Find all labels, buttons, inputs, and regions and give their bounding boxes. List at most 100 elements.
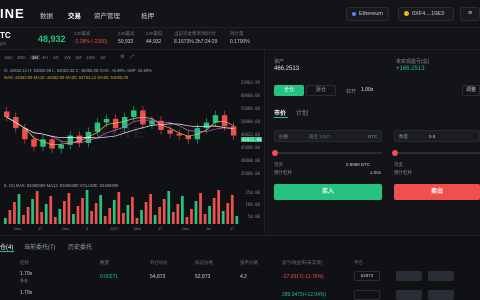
volume-bar bbox=[22, 215, 25, 224]
tab-isolated-margin[interactable]: 逐仓 bbox=[306, 85, 336, 96]
tf-1m[interactable]: 1M bbox=[75, 55, 81, 60]
active-tab-indicator bbox=[274, 117, 288, 118]
volume-bar bbox=[153, 215, 157, 224]
col-pnl: 盈亏/收益率(未实现) bbox=[282, 260, 323, 265]
sell-button[interactable]: 卖出 bbox=[394, 184, 480, 200]
settings-icon[interactable]: ⚙ bbox=[120, 54, 124, 60]
time-axis-label: Nov bbox=[14, 226, 22, 231]
volume-bar bbox=[63, 201, 66, 224]
close-price-input-2[interactable] bbox=[354, 290, 380, 300]
symbol[interactable]: TC bbox=[0, 31, 11, 40]
tab-open-orders[interactable]: 当前委托(7) bbox=[24, 242, 55, 251]
time-axis-label: Dec bbox=[62, 226, 70, 231]
nav-collateral[interactable]: 抵押 bbox=[141, 10, 154, 20]
tf-1h[interactable]: 1H bbox=[30, 55, 40, 60]
fullscreen-icon[interactable]: ⤢ bbox=[130, 54, 134, 60]
tf-1d[interactable]: 1D bbox=[53, 55, 59, 60]
volume-bar bbox=[4, 218, 7, 224]
stat-value-1: 50,932 bbox=[118, 39, 134, 45]
sell-margin-label: 预计杠杆 bbox=[394, 170, 412, 175]
volume-bar bbox=[49, 196, 53, 224]
limit-close-button[interactable] bbox=[396, 271, 422, 281]
volume-bar bbox=[112, 200, 116, 224]
tf-4h[interactable]: 4H bbox=[42, 55, 48, 60]
nav-data[interactable]: 数据 bbox=[40, 10, 53, 20]
buy-unit: BTC bbox=[368, 134, 377, 139]
stat-label-4: 持仓量 bbox=[230, 31, 244, 36]
volume-bar bbox=[230, 195, 234, 224]
buy-margin-value: 1.00x bbox=[370, 170, 382, 175]
tab-order-history[interactable]: 历史委托 bbox=[68, 242, 92, 251]
volume-bar bbox=[108, 208, 112, 224]
network-label: Ethereum bbox=[359, 11, 383, 17]
buy-price-input[interactable]: 价格 最佳 1,027 BTC bbox=[274, 130, 382, 142]
time-axis-label: 17 bbox=[158, 226, 163, 231]
tab-plan[interactable]: 计划 bbox=[296, 108, 308, 117]
volume-bar bbox=[58, 209, 62, 224]
market-close-button-2[interactable] bbox=[428, 290, 454, 300]
last-price: 48,932 bbox=[38, 34, 66, 44]
sell-avail-label: 可卖 bbox=[394, 162, 403, 167]
stat-label-0: 24h最高 bbox=[74, 31, 91, 36]
tf-1d-alt[interactable]: 1D bbox=[100, 55, 106, 60]
network-selector[interactable]: Ethereum bbox=[346, 7, 389, 21]
time-axis-label: Mar bbox=[134, 226, 141, 231]
tf-12m[interactable]: 12M bbox=[86, 55, 95, 60]
volume-axis-label: 250.00 bbox=[245, 190, 260, 195]
tf-15m[interactable]: 15m bbox=[4, 55, 13, 60]
sell-qty-input[interactable]: 数量 0.8 bbox=[394, 130, 480, 142]
wallet-address-button[interactable]: 0XF4....10E3 bbox=[398, 7, 454, 21]
time-axis-label: 17 bbox=[230, 226, 235, 231]
nav-trade[interactable]: 交易 bbox=[68, 10, 81, 20]
volume-bar bbox=[90, 211, 93, 224]
sell-qty-value: 0.8 bbox=[429, 134, 436, 139]
tab-market[interactable]: 市价 bbox=[274, 108, 286, 117]
wallet-address: 0XF4....10E3 bbox=[412, 11, 445, 17]
menu-button[interactable]: ≡ bbox=[460, 7, 480, 21]
tf-30m[interactable]: 30m bbox=[17, 55, 26, 60]
sell-slider[interactable] bbox=[394, 152, 480, 154]
menu-icon: ≡ bbox=[467, 10, 473, 17]
buy-slider[interactable] bbox=[274, 152, 382, 154]
ethereum-icon bbox=[352, 11, 356, 16]
volume-bar bbox=[185, 217, 189, 224]
volume-bar bbox=[235, 216, 239, 224]
adjust-leverage-button[interactable]: 调整 bbox=[462, 85, 480, 96]
positions-panel: 仓(4) 当前委托(7) 历史委托 杠杆 数量 开仓均价 标记价格 强平价格 盈… bbox=[0, 235, 480, 300]
buy-button[interactable]: 买入 bbox=[274, 184, 382, 200]
tf-1w[interactable]: 1W bbox=[64, 55, 71, 60]
tab-positions[interactable]: 仓(4) bbox=[0, 242, 13, 251]
top-nav-bar: INE 数据 交易 资产管理 抵押 Ethereum 0XF4....10E3 … bbox=[0, 0, 480, 28]
tab-cross-margin[interactable]: 全仓 bbox=[274, 85, 304, 96]
stat-value-3: 8.1673% 2h7:24:29 bbox=[174, 39, 218, 45]
market-close-button[interactable] bbox=[428, 271, 454, 281]
stat-value-4: 0.1700% bbox=[230, 39, 250, 45]
pnl-label: 未实现盈亏(总) bbox=[396, 59, 430, 65]
stat-value-2: 44,932 bbox=[146, 39, 162, 45]
row-side: 多仓 bbox=[20, 278, 28, 283]
ticker-bar: TC ple 48,932 24h最高 -2.28% (-2250) 24h最高… bbox=[0, 28, 480, 50]
last-price-tag: 46032.00 bbox=[241, 137, 263, 142]
volume-bar bbox=[149, 194, 152, 224]
limit-close-button-2[interactable] bbox=[396, 290, 422, 300]
volume-bar bbox=[126, 205, 130, 224]
col-qty: 数量 bbox=[100, 260, 109, 265]
buy-slider-handle[interactable] bbox=[272, 150, 278, 156]
col-close: 平仓 bbox=[354, 260, 363, 265]
row-mark-price: 52,873 bbox=[195, 274, 211, 280]
row2-pnl: 289.0475(+12.04%) bbox=[282, 292, 327, 298]
volume-bar bbox=[181, 196, 184, 224]
nav-assets[interactable]: 资产管理 bbox=[94, 10, 120, 20]
close-price-input[interactable]: 52873 bbox=[354, 271, 380, 281]
stat-label-2: 24h最低 bbox=[146, 31, 163, 36]
row2-leverage: 1.79x bbox=[20, 290, 33, 296]
candle bbox=[58, 144, 64, 149]
asset-label: 资产 bbox=[274, 59, 285, 65]
volume-bar bbox=[31, 199, 34, 224]
price-axis-label: 55000.00 bbox=[240, 106, 260, 111]
pnl-value: +166.2513 bbox=[396, 66, 425, 72]
row-liq-price: 4,2 bbox=[240, 274, 247, 280]
sell-slider-handle[interactable] bbox=[392, 150, 398, 156]
volume-bar bbox=[140, 210, 143, 224]
row-pnl: -27.0317(-12.76%) bbox=[282, 274, 324, 280]
